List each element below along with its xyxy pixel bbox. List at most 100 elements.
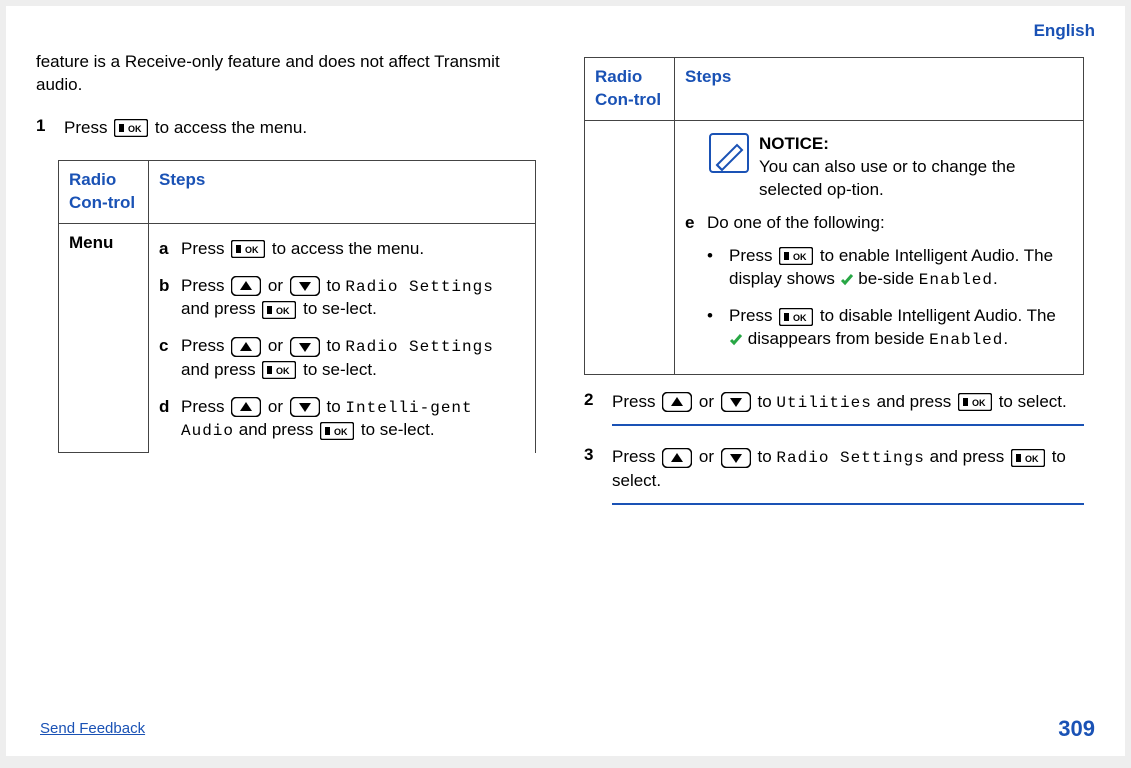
b1-post: be-side	[858, 269, 918, 288]
columns: feature is a Receive-only feature and do…	[36, 51, 1095, 523]
s2-util: Utilities	[776, 394, 871, 412]
b2-post: disappears from beside	[748, 329, 929, 348]
step-1-text-a: Press	[64, 118, 112, 137]
c-post: to se-lect.	[303, 360, 377, 379]
ok-button-icon: OK	[1011, 449, 1045, 467]
c-rs: Radio Settings	[345, 338, 493, 356]
b-post: to se-lect.	[303, 299, 377, 318]
ok-button-icon: OK	[114, 119, 148, 137]
up-button-icon	[662, 392, 692, 412]
bullet-disable: • Press OK to disable Intelligent Audio.…	[707, 305, 1073, 352]
ok-button-icon: OK	[320, 422, 354, 440]
substep-e-body: Do one of the following:	[707, 212, 885, 235]
substep-b-label: b	[159, 275, 181, 322]
table-cell-steps: NOTICE: You can also use or to change th…	[675, 120, 1084, 374]
menu-label: Menu	[69, 233, 113, 252]
column-right: Radio Con-trol Steps NOTICE: You can als…	[584, 51, 1084, 523]
check-icon	[729, 332, 743, 346]
ok-button-icon: OK	[958, 393, 992, 411]
s2-and: and press	[877, 392, 956, 411]
substep-c-label: c	[159, 335, 181, 382]
s3-and: and press	[930, 447, 1009, 466]
substep-d-label: d	[159, 396, 181, 443]
radio-control-table-right: Radio Con-trol Steps NOTICE: You can als…	[584, 57, 1084, 375]
b1-pre: Press	[729, 246, 777, 265]
s3-rs: Radio Settings	[776, 449, 924, 467]
s3-to: to	[758, 447, 777, 466]
substep-e: e Do one of the following:	[685, 212, 1073, 235]
svg-text:OK: OK	[128, 124, 142, 134]
substep-a-label: a	[159, 238, 181, 261]
table-row: Menu a Press OK to access the menu.	[59, 223, 536, 453]
b-mid: or	[268, 276, 288, 295]
s2-pre: Press	[612, 392, 660, 411]
header-language: English	[36, 20, 1095, 43]
up-button-icon	[662, 448, 692, 468]
table-cell-steps: a Press OK to access the menu. b	[149, 223, 536, 453]
s2-to: to	[758, 392, 777, 411]
step-2-text: Press or to Utilities and press OK to se…	[612, 391, 1084, 415]
down-button-icon	[290, 337, 320, 357]
d-and: and press	[239, 420, 318, 439]
notice-text: NOTICE: You can also use or to change th…	[759, 133, 1073, 202]
step-2-number: 2	[584, 389, 612, 435]
svg-text:OK: OK	[793, 252, 807, 262]
step-3: 3 Press or to Radio Settings and press O…	[584, 444, 1084, 513]
table-hdr-steps: Steps	[675, 57, 1084, 120]
d-pre: Press	[181, 397, 229, 416]
b1-dot: .	[993, 269, 998, 288]
page-number: 309	[1058, 714, 1095, 744]
up-button-icon	[231, 397, 261, 417]
b2-dot: .	[1003, 329, 1008, 348]
ok-button-icon: OK	[262, 361, 296, 379]
d-to: to	[327, 397, 346, 416]
table-hdr-radio-control: Radio Con-trol	[585, 57, 675, 120]
down-button-icon	[290, 276, 320, 296]
step-3-text: Press or to Radio Settings and press OK …	[612, 446, 1084, 493]
divider	[612, 503, 1084, 505]
b2-mid: to disable Intelligent Audio. The	[820, 306, 1056, 325]
notice-body: You can also use or to change the select…	[759, 157, 1015, 199]
table-hdr-steps: Steps	[149, 160, 536, 223]
substep-a: a Press OK to access the menu.	[159, 238, 525, 261]
substep-d: d Press or to Intelli-gent Audio and pre…	[159, 396, 525, 443]
bullet-enable: • Press OK to enable Intelligent Audio. …	[707, 245, 1073, 292]
notice-title: NOTICE:	[759, 134, 829, 153]
check-icon	[840, 272, 854, 286]
svg-text:OK: OK	[972, 398, 986, 408]
ok-button-icon: OK	[231, 240, 265, 258]
step-1-number: 1	[36, 115, 64, 150]
step-3-number: 3	[584, 444, 612, 513]
send-feedback-link[interactable]: Send Feedback	[40, 719, 145, 739]
table-cell-menu: Menu	[59, 223, 149, 453]
substep-b: b Press or to Radio Settings and press	[159, 275, 525, 322]
s2-mid: or	[699, 392, 719, 411]
divider	[612, 424, 1084, 426]
ok-button-icon: OK	[262, 301, 296, 319]
b-and: and press	[181, 299, 260, 318]
bullet-disable-body: Press OK to disable Intelligent Audio. T…	[729, 305, 1073, 352]
step-2: 2 Press or to Utilities and press OK to …	[584, 389, 1084, 435]
substep-d-body: Press or to Intelli-gent Audio and press…	[181, 396, 525, 443]
down-button-icon	[721, 392, 751, 412]
notice-block: NOTICE: You can also use or to change th…	[709, 133, 1073, 202]
bullet-dot: •	[707, 245, 729, 292]
step-1-text-b: to access the menu.	[155, 118, 307, 137]
step-1-text: Press OK to access the menu.	[64, 117, 536, 140]
svg-text:OK: OK	[245, 245, 259, 255]
s2-post: to select.	[999, 392, 1067, 411]
substep-c-body: Press or to Radio Settings and press OK …	[181, 335, 525, 382]
d-post: to se-lect.	[361, 420, 435, 439]
down-button-icon	[721, 448, 751, 468]
table-cell-empty	[585, 120, 675, 374]
a-pre: Press	[181, 239, 229, 258]
b-pre: Press	[181, 276, 229, 295]
up-button-icon	[231, 337, 261, 357]
svg-text:OK: OK	[276, 366, 290, 376]
svg-text:OK: OK	[793, 313, 807, 323]
svg-text:OK: OK	[334, 427, 348, 437]
column-left: feature is a Receive-only feature and do…	[36, 51, 536, 523]
b-to: to	[327, 276, 346, 295]
bullet-dot: •	[707, 305, 729, 352]
b1-enabled: Enabled	[919, 271, 993, 289]
